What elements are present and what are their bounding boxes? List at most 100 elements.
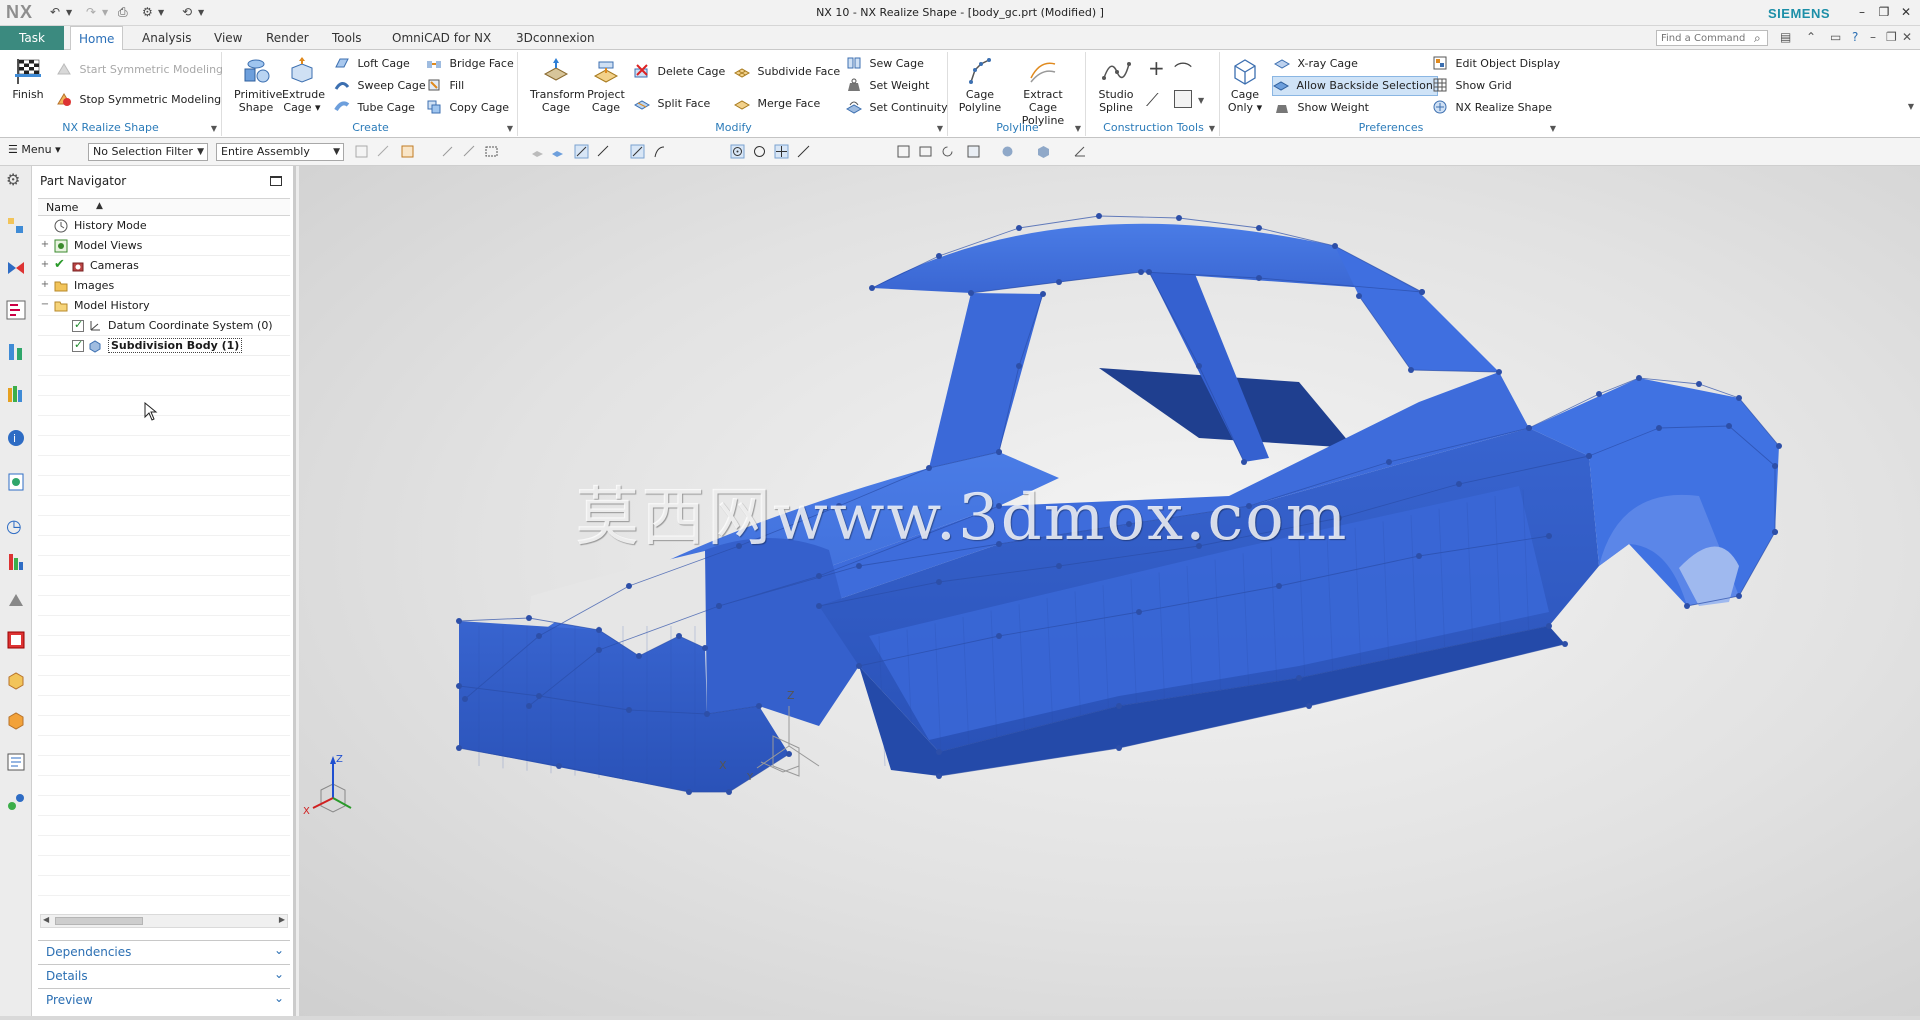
group-menu-icon[interactable]: ▼ [211,124,217,133]
set-weight-button[interactable]: Set Weight [846,76,929,96]
cage-vertex[interactable] [1356,293,1362,299]
cage-vertex[interactable] [1056,563,1062,569]
cage-vertex[interactable] [676,633,682,639]
rotate-view-icon[interactable] [940,144,955,159]
tree-row-cameras[interactable]: + ✔ Cameras [38,256,290,276]
plane-icon[interactable] [1174,90,1192,108]
maximize-panel-icon[interactable] [270,176,282,186]
graphics-window[interactable]: Z X Y Z X 莫西网www.3dmox.com [299,166,1920,1020]
cage-vertex[interactable] [1196,363,1202,369]
clock-icon[interactable]: ◷ [6,516,26,537]
cage-vertex[interactable] [1456,481,1462,487]
snap-settings-icon[interactable] [354,144,369,159]
cage-vertex[interactable] [536,633,542,639]
cage-vertex[interactable] [636,653,642,659]
cage-vertex[interactable] [1776,443,1782,449]
close-window-icon[interactable]: ✕ [1896,4,1916,20]
cage-vertex[interactable] [1684,603,1690,609]
cage-vertex[interactable] [1736,593,1742,599]
history-palette-icon[interactable] [6,384,26,404]
cage-vertex[interactable] [996,633,1002,639]
quick-access-menu-icon[interactable]: ▼ [198,8,204,17]
cage-vertex[interactable] [626,583,632,589]
cage-vertex[interactable] [1116,745,1122,751]
line-icon[interactable]: ⟋ [1146,90,1159,111]
cage-vertex[interactable] [1772,463,1778,469]
details-panel[interactable]: Details ⌄ [38,964,290,986]
cage-vertex[interactable] [1056,279,1062,285]
merge-face-button[interactable]: Merge Face [734,94,820,114]
tree-row-history-mode[interactable]: History Mode [38,216,290,236]
tree-row-datum-coordinate-system[interactable]: Datum Coordinate System (0) [38,316,290,336]
subdivision-car-body-model[interactable]: Z X Y Z X [299,166,1920,1020]
undo-dropdown-icon[interactable]: ▼ [66,8,72,17]
role-icon[interactable] [6,472,26,492]
cage-vertex[interactable] [1306,703,1312,709]
cage-vertex[interactable] [556,763,562,769]
fill-button[interactable]: Fill [426,76,464,96]
process-studio-icon[interactable] [6,590,26,610]
studio-spline-button[interactable]: Studio Spline [1094,56,1138,114]
cage-vertex[interactable] [1256,275,1262,281]
cage-vertex[interactable] [936,749,942,755]
cage-vertex[interactable] [1116,703,1122,709]
cage-polyline-button[interactable]: Cage Polyline [956,56,1004,114]
ribbon-options-icon[interactable]: ▼ [1908,102,1914,111]
cage-vertex[interactable] [462,696,468,702]
cage-vertex[interactable] [1546,533,1552,539]
allow-backside-selection-toggle[interactable]: Allow Backside Selection [1272,76,1438,96]
cage-vertex[interactable] [1419,289,1425,295]
cage-vertex[interactable] [1276,583,1282,589]
snap-point-on-curve-icon[interactable] [774,144,789,159]
sweep-cage-button[interactable]: Sweep Cage [334,76,426,96]
cage-vertex[interactable] [1096,213,1102,219]
restore-window-icon[interactable]: ❐ [1874,4,1894,20]
fit-view-icon[interactable] [896,144,911,159]
display-mode-icon[interactable] [966,144,981,159]
snap-midpoint-icon[interactable] [596,144,611,159]
expand-icon[interactable]: + [40,259,50,270]
search-icon[interactable]: ⌕ [1754,31,1761,46]
group-menu-icon[interactable]: ▼ [1209,124,1215,133]
cage-vertex[interactable] [626,707,632,713]
snap-curve-icon[interactable] [652,144,667,159]
report-navigator-icon[interactable] [6,752,26,772]
cage-vertex[interactable] [1772,529,1778,535]
nx-realize-shape-pref-button[interactable]: NX Realize Shape [1432,98,1552,118]
select-all-icon[interactable] [400,144,415,159]
group-menu-icon[interactable]: ▼ [937,124,943,133]
tab-home[interactable]: Home [70,26,124,51]
gear-icon[interactable]: ⚙ [6,170,26,190]
cage-vertex[interactable] [1136,609,1142,615]
show-weight-button[interactable]: Show Weight [1274,98,1369,118]
minimize-part-icon[interactable]: – [1870,30,1876,44]
cage-vertex[interactable] [596,647,602,653]
cage-vertex[interactable] [1176,215,1182,221]
snap-control-point-icon[interactable] [630,144,645,159]
view-triad-icon[interactable] [1072,144,1087,159]
collapse-ribbon-icon[interactable]: ⌃ [1806,30,1816,44]
minimize-window-icon[interactable]: – [1852,4,1872,20]
cage-vertex[interactable] [1040,291,1046,297]
snap-quadrant-icon[interactable] [752,144,767,159]
group-menu-icon[interactable]: ▼ [1550,124,1556,133]
tree-row-subdivision-body[interactable]: Subdivision Body (1) [38,336,290,356]
cage-vertex[interactable] [936,579,942,585]
cage-vertex[interactable] [704,711,710,717]
render-style-icon[interactable] [1000,144,1015,159]
finish-button[interactable]: Finish [6,56,50,101]
manufacturing-wizard-icon[interactable] [6,630,26,650]
redo-icon[interactable]: ↷ [86,5,96,19]
collapse-icon[interactable]: − [40,299,50,310]
cage-vertex[interactable] [1656,425,1662,431]
cage-vertex[interactable] [1496,369,1502,375]
tree-row-model-history[interactable]: − Model History [38,296,290,316]
tab-view[interactable]: View [206,26,250,50]
cage-vertex[interactable] [1256,225,1262,231]
inferred-point-icon[interactable] [376,144,391,159]
cage-vertex[interactable] [856,663,862,669]
snap-center-icon[interactable] [730,144,745,159]
set-continuity-button[interactable]: Set Continuity [846,98,948,118]
close-part-icon[interactable]: ✕ [1902,30,1912,44]
tab-task[interactable]: Task [0,26,64,50]
